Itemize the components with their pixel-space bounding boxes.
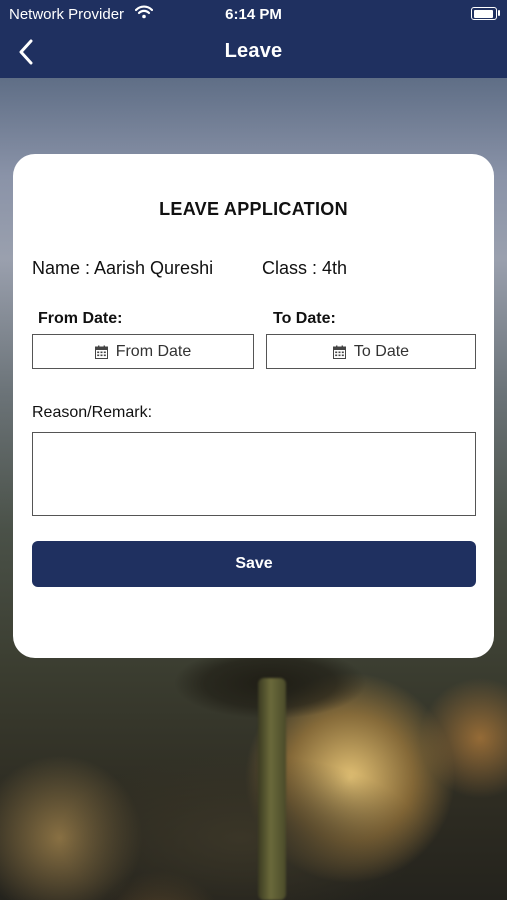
to-date-field[interactable]: To Date: [266, 334, 476, 369]
calendar-icon: [332, 345, 346, 359]
form-title: LEAVE APPLICATION: [159, 199, 348, 219]
from-date-label: From Date:: [38, 310, 123, 327]
student-class: Class : 4th: [262, 258, 348, 278]
to-date-label: To Date:: [273, 310, 336, 327]
reason-label: Reason/Remark:: [32, 404, 153, 421]
from-date-placeholder: From Date: [115, 342, 192, 360]
battery-level: [473, 9, 494, 18]
app-header: Network Provider 6:14 PM Leave: [0, 0, 507, 78]
calendar-icon: [94, 345, 108, 359]
reason-textarea[interactable]: [32, 432, 476, 516]
page-title: Leave: [224, 40, 283, 62]
leave-application-card: LEAVE APPLICATION Name : Aarish Qureshi …: [13, 154, 494, 658]
to-date-placeholder: To Date: [353, 342, 410, 360]
student-name: Name : Aarish Qureshi: [32, 258, 214, 278]
dandelion-stem: [258, 678, 286, 900]
battery-cap: [498, 10, 500, 16]
from-date-field[interactable]: From Date: [32, 334, 254, 369]
battery-icon: [471, 7, 497, 20]
save-button[interactable]: Save: [32, 541, 476, 587]
status-time: 6:14 PM: [225, 6, 282, 23]
